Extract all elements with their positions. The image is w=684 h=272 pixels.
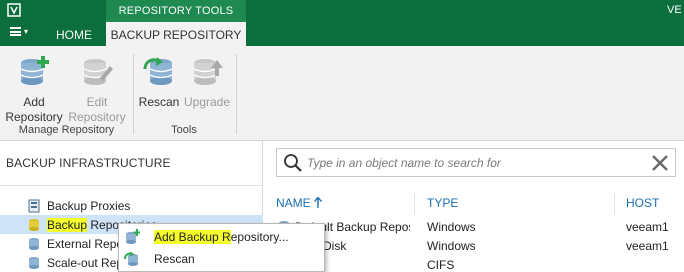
navigation-pane-header: BACKUP INFRASTRUCTURE — [6, 156, 171, 170]
column-header-host[interactable]: HOST — [626, 196, 659, 210]
cell-type: Windows — [427, 239, 476, 253]
edit-repository-label-line2: Repository — [68, 110, 126, 124]
upgrade-button[interactable]: Upgrade — [182, 54, 232, 110]
cell-type: CIFS — [427, 258, 455, 272]
tools-group-label: Tools — [171, 124, 197, 136]
sort-up-arrow-icon — [313, 196, 323, 208]
main-menu-button[interactable]: ▾ — [10, 27, 28, 36]
window-title: VE — [667, 4, 682, 16]
tree-item-label: Backup Proxies — [47, 198, 131, 213]
table-row[interactable]: Usb_Disk Windows veeam1 — [264, 236, 684, 256]
title-bar: REPOSITORY TOOLS VE ▾ HOME BACKUP REPOSI… — [0, 0, 684, 46]
proxy-icon — [28, 199, 40, 212]
context-menu-item-label: Add Backup Repository... — [154, 230, 289, 244]
search-box — [276, 148, 676, 177]
upgrade-icon — [193, 59, 223, 85]
search-input[interactable] — [307, 154, 637, 172]
rescan-label: Rescan — [138, 95, 180, 109]
context-menu: Add Backup Repository... Rescan — [118, 223, 325, 272]
scaleout-repository-icon — [29, 256, 39, 269]
column-header-name[interactable]: NAME — [276, 196, 323, 210]
repository-icon — [29, 218, 39, 231]
add-repository-icon — [126, 229, 140, 244]
context-menu-item-label: Rescan — [154, 252, 195, 266]
add-repository-icon — [20, 56, 49, 85]
context-tab-group-label: REPOSITORY TOOLS — [106, 0, 246, 22]
divider — [0, 185, 263, 186]
cell-type: Windows — [427, 220, 476, 234]
cell-host: veeam1 — [626, 239, 669, 253]
add-repository-label-line1: Add — [23, 95, 45, 109]
close-icon[interactable] — [651, 154, 669, 172]
upgrade-label: Upgrade — [183, 95, 231, 109]
context-menu-rescan[interactable]: Rescan — [120, 248, 323, 270]
manage-repository-group-label: Manage Repository — [18, 124, 115, 136]
rescan-button[interactable]: Rescan — [137, 54, 181, 110]
veeam-logo-icon — [7, 3, 21, 17]
hamburger-menu-icon — [10, 27, 21, 36]
tree-item-backup-proxies[interactable]: Backup Proxies — [0, 196, 263, 215]
table-row[interactable]: CIFS — [264, 255, 684, 272]
add-repository-button[interactable]: Add Repository — [4, 54, 64, 125]
column-divider — [614, 193, 615, 215]
table-row[interactable]: Default Backup Repository Windows veeam1 — [264, 217, 684, 237]
ribbon-group-divider — [133, 54, 134, 134]
rescan-icon — [124, 251, 138, 266]
edit-repository-button[interactable]: Edit Repository — [66, 54, 128, 125]
rescan-icon — [143, 57, 173, 85]
column-header-type[interactable]: TYPE — [427, 196, 458, 210]
content-pane: NAME TYPE HOST Default Backup Repository… — [264, 141, 684, 272]
tab-backup-repository[interactable]: BACKUP REPOSITORY — [106, 22, 246, 46]
column-header-name-label: NAME — [276, 196, 311, 210]
column-divider — [414, 193, 415, 215]
chevron-down-icon: ▾ — [24, 27, 29, 36]
cell-host: veeam1 — [626, 220, 669, 234]
edit-repository-label-line1: Edit — [86, 95, 108, 109]
search-icon — [284, 154, 302, 172]
add-repository-label-line2: Repository — [5, 110, 63, 124]
context-menu-add-backup-repository[interactable]: Add Backup Repository... — [120, 226, 323, 248]
ribbon-group-divider — [236, 54, 237, 134]
tab-home[interactable]: HOME — [56, 28, 92, 42]
external-repository-icon — [29, 237, 39, 250]
ribbon: Add Repository Edit Repository Manage Re… — [0, 46, 684, 141]
edit-repository-icon — [83, 59, 113, 85]
